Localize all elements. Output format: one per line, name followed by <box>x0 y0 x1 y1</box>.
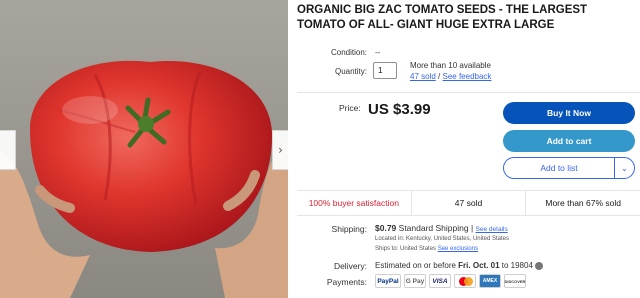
delivery-label: Delivery: <box>333 261 367 271</box>
item-location: Located in: Kentucky, United States, Uni… <box>375 236 509 242</box>
google-pay-icon: G Pay <box>404 274 426 288</box>
add-to-list-dropdown[interactable]: ⌄ <box>614 157 635 179</box>
ships-to-text: Ships to: United States <box>375 246 437 252</box>
shipping-label: Shipping: <box>331 224 367 234</box>
delivery-date: Fri. Oct. 01 <box>458 261 500 270</box>
paypal-icon: PayPal <box>375 274 401 288</box>
delivery-prefix: Estimated on or before <box>375 261 456 270</box>
tomato-photo <box>0 0 288 298</box>
sold-link[interactable]: 47 sold <box>410 72 436 81</box>
payment-methods: PayPal G Pay VISA AMEX DISCOVER <box>375 274 526 288</box>
gallery-next-button[interactable]: › <box>272 130 288 170</box>
add-to-cart-button[interactable]: Add to cart <box>503 130 635 152</box>
listing-stats-bar: 100% buyer satisfaction 47 sold More tha… <box>297 190 640 216</box>
quantity-input[interactable] <box>373 62 397 79</box>
visa-icon: VISA <box>429 274 451 288</box>
shipping-method: Standard Shipping | <box>398 223 474 233</box>
section-divider <box>297 92 640 93</box>
sold-feedback-line: 47 sold / See feedback <box>410 72 491 81</box>
price-value: US $3.99 <box>368 101 431 118</box>
chevron-down-icon: ⌄ <box>621 163 628 173</box>
payments-label: Payments: <box>326 277 367 287</box>
chevron-right-icon: › <box>278 143 283 157</box>
delivery-estimate: Estimated on or before Fri. Oct. 01 to 1… <box>375 261 544 270</box>
quantity-label: Quantity: <box>334 67 367 76</box>
shipping-cost: $0.79 <box>375 223 397 233</box>
buyer-satisfaction-stat: 100% buyer satisfaction <box>297 191 412 215</box>
sold-percent-stat: More than 67% sold <box>545 198 621 208</box>
amex-icon: AMEX <box>479 274 501 288</box>
product-image-gallery[interactable]: › <box>0 0 288 298</box>
condition-value: -- <box>375 48 381 57</box>
listing-details: ORGANIC BIG ZAC TOMATO SEEDS - THE LARGE… <box>297 0 640 298</box>
condition-label: Condition: <box>330 48 367 57</box>
listing-title: ORGANIC BIG ZAC TOMATO SEEDS - THE LARGE… <box>297 4 588 31</box>
sold-feedback-separator: / <box>438 72 441 81</box>
delivery-suffix: to 19804 <box>501 261 533 270</box>
add-to-list-button[interactable]: Add to list <box>503 157 615 179</box>
see-details-link[interactable]: See details <box>476 226 508 233</box>
availability-text: More than 10 available <box>410 61 491 70</box>
buy-it-now-button[interactable]: Buy It Now <box>503 102 635 124</box>
price-label: Price: <box>339 103 361 113</box>
see-exclusions-link[interactable]: See exclusions <box>438 246 478 252</box>
gallery-prev-button[interactable] <box>0 130 16 170</box>
see-feedback-link[interactable]: See feedback <box>443 72 492 81</box>
ships-to-line: Ships to: United States See exclusions <box>375 246 478 252</box>
discover-icon: DISCOVER <box>504 274 526 288</box>
shipping-line: $0.79 Standard Shipping | See details <box>375 223 508 233</box>
mastercard-icon <box>454 274 476 288</box>
sold-count-stat: 47 sold <box>412 191 527 215</box>
info-icon[interactable] <box>535 261 544 270</box>
